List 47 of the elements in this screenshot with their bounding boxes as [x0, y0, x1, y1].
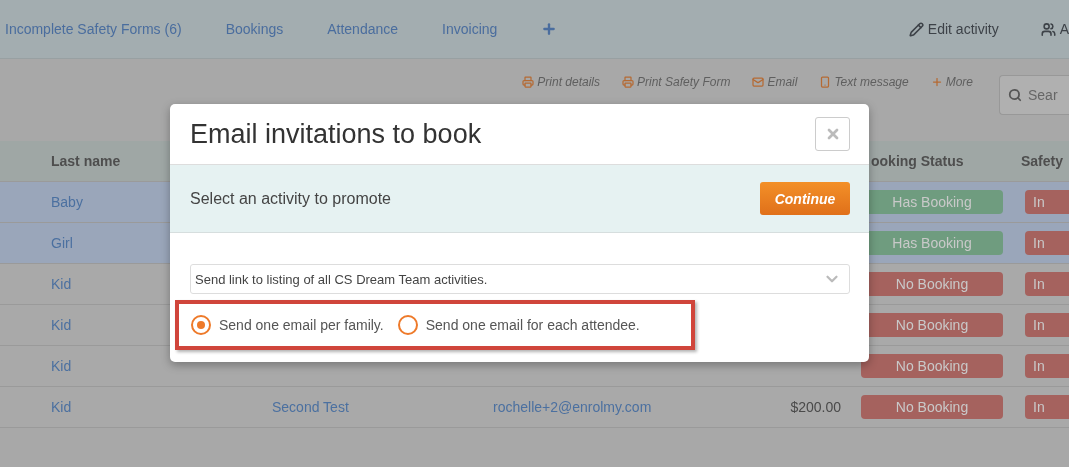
nav-tab[interactable]: Invoicing: [442, 21, 498, 37]
address-link[interactable]: rochelle+2@enrolmy.com: [477, 399, 731, 415]
safety-status-badge: In: [1025, 272, 1069, 296]
safety-status-badge: In: [1025, 354, 1069, 378]
users-icon: [1040, 21, 1056, 37]
safety-status-badge: In: [1025, 395, 1069, 419]
column-header: ooking Status: [870, 153, 965, 169]
search-input[interactable]: Sear: [1028, 87, 1068, 103]
nav-action[interactable]: Edit activity: [908, 21, 999, 37]
toolbar-link[interactable]: Print Safety Form: [622, 75, 731, 89]
add-tab-icon[interactable]: [541, 21, 558, 37]
column-header: Last name: [50, 153, 122, 169]
nav-tab[interactable]: Incomplete Safety Forms (6): [5, 21, 182, 37]
pencil-icon: [908, 21, 924, 37]
toolbar-link[interactable]: More: [930, 75, 973, 89]
booking-status-badge: No Booking: [861, 354, 1003, 378]
safety-status-badge: In: [1025, 313, 1069, 337]
activity-link[interactable]: Second Test: [256, 399, 477, 415]
toolbar-link[interactable]: Email: [752, 75, 798, 89]
dialog-title: Email invitations to book: [190, 118, 482, 150]
continue-button[interactable]: Continue: [760, 182, 850, 215]
toolbar-link[interactable]: Print details: [522, 75, 600, 89]
last-name-link[interactable]: Kid: [35, 399, 256, 415]
toolbar-link[interactable]: Text message: [819, 75, 909, 89]
activity-select[interactable]: Send link to listing of all CS Dream Team activities.: [190, 264, 850, 294]
phone-icon: [819, 76, 832, 88]
search-icon: [1008, 88, 1022, 102]
envelope-icon: [752, 76, 765, 88]
last-name-link[interactable]: Kid: [35, 358, 256, 374]
nav-tab[interactable]: Bookings: [225, 21, 284, 37]
search-field[interactable]: Sear: [999, 75, 1069, 115]
radio-option[interactable]: Send one email per family.: [191, 315, 384, 335]
safety-status-badge: In: [1025, 190, 1069, 214]
printer-icon: [622, 76, 634, 88]
printer-icon: [522, 76, 535, 88]
radio-button[interactable]: [397, 315, 418, 335]
nav-action[interactable]: A: [1040, 21, 1069, 37]
safety-status-badge: In: [1025, 231, 1069, 255]
radio-option[interactable]: Send one email for each attendee.: [397, 315, 640, 335]
dialog-prompt: Select an activity to promote: [190, 189, 391, 208]
booking-status-badge: No Booking: [861, 395, 1003, 419]
plus-icon: [930, 76, 943, 88]
price-cell-text: $200.00: [789, 399, 842, 415]
nav-tab[interactable]: Attendance: [327, 21, 399, 37]
column-header: Safety: [1020, 153, 1065, 169]
close-button[interactable]: [815, 117, 850, 151]
radio-button[interactable]: [191, 315, 211, 335]
